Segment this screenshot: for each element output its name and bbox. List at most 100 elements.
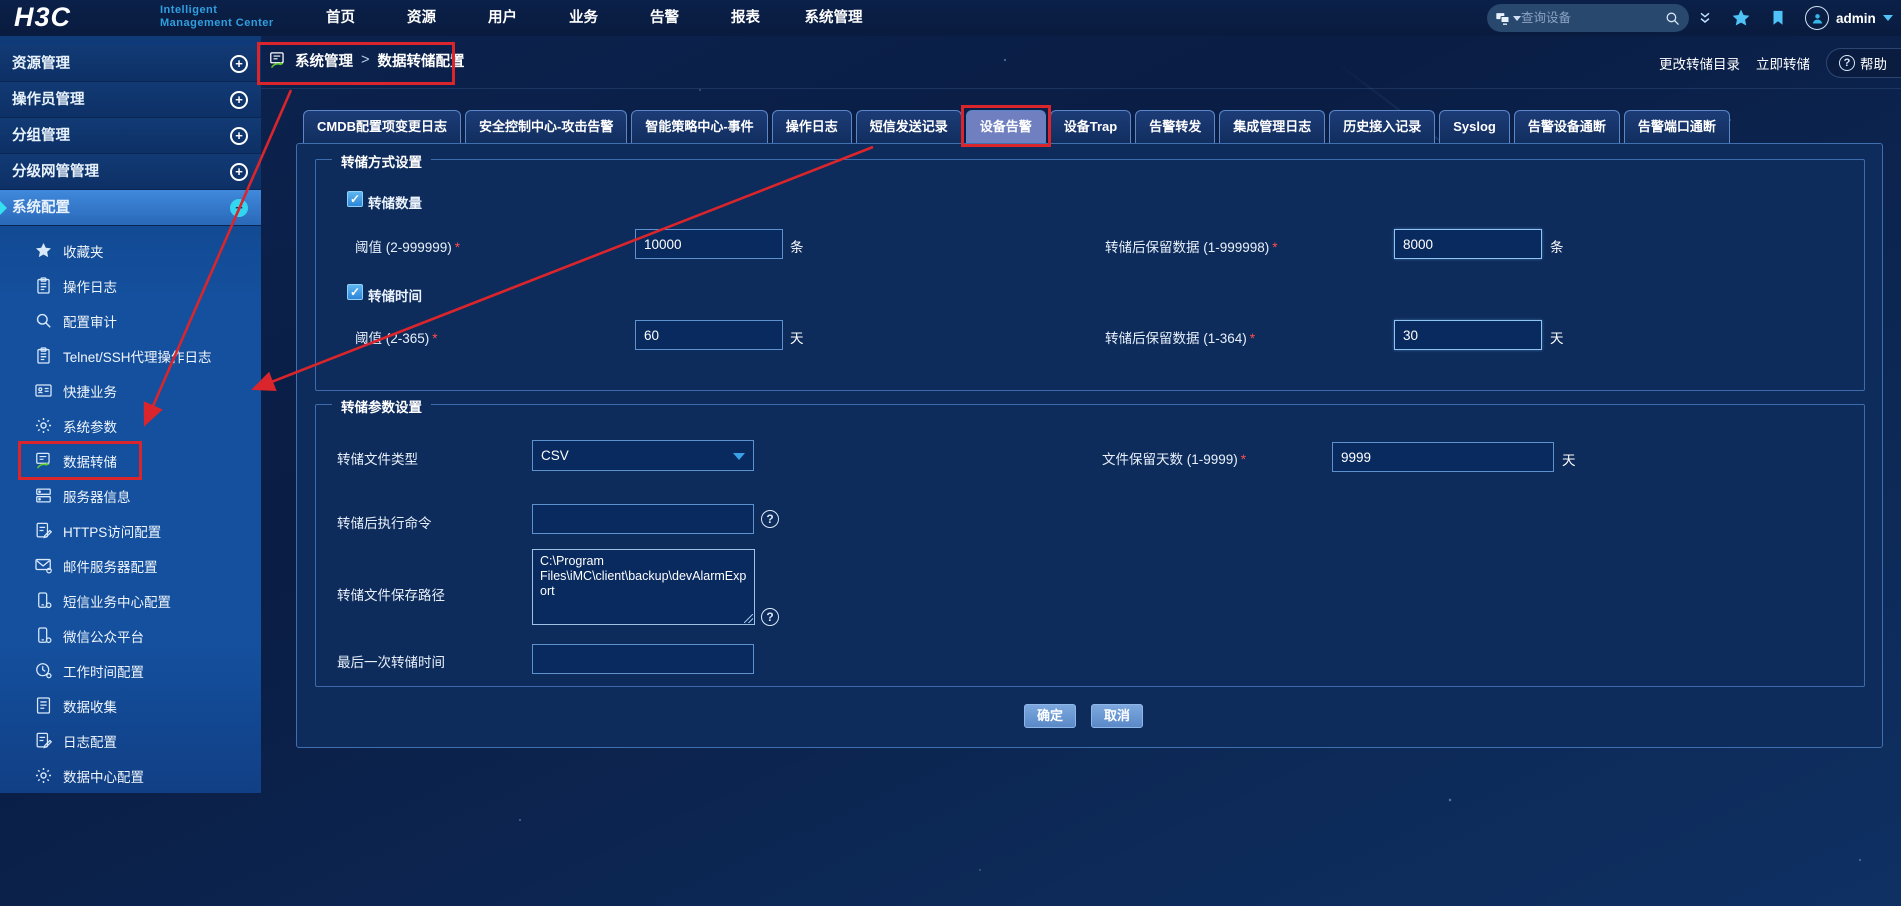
command-help-icon[interactable]: ? [761, 510, 779, 528]
dump-now-link[interactable]: 立即转储 [1756, 53, 1810, 73]
sidebar-item-log-config[interactable]: 日志配置 [0, 723, 261, 758]
sidebar-item-favorites[interactable]: 收藏夹 [0, 233, 261, 268]
menu-home[interactable]: 首页 [300, 0, 381, 36]
tab-alarm-port-updown[interactable]: 告警端口通断 [1623, 110, 1730, 143]
sidebar-item-sms-center-config[interactable]: 短信业务中心配置 [0, 583, 261, 618]
sidebar-group-hierarchical-nms[interactable]: 分级网管管理 + [0, 154, 261, 190]
menu-service[interactable]: 业务 [543, 0, 624, 36]
cancel-button[interactable]: 取消 [1091, 704, 1143, 728]
tab-device-trap[interactable]: 设备Trap [1049, 110, 1132, 143]
collapse-minus-icon[interactable]: − [230, 199, 248, 217]
threshold-qty-input[interactable] [635, 229, 783, 259]
menu-user[interactable]: 用户 [462, 0, 543, 36]
user-menu[interactable]: admin [1805, 6, 1893, 30]
threshold-time-input[interactable] [635, 320, 783, 350]
imc-application: H3C Intelligent Management Center 首页 资源 … [0, 0, 1901, 906]
tab-alarm-device-updown[interactable]: 告警设备通断 [1513, 110, 1620, 143]
threshold-qty-unit: 条 [790, 240, 804, 255]
sidebar-item-mail-server-config[interactable]: 邮件服务器配置 [0, 548, 261, 583]
top-icon-cluster: admin [1697, 0, 1893, 36]
dump-time-checkbox[interactable]: ✓ [347, 284, 363, 300]
file-type-select[interactable]: CSV [532, 440, 754, 471]
keep-time-label: 转储后保留数据 (1-364) * [1105, 331, 1256, 346]
expand-plus-icon[interactable]: + [230, 127, 248, 145]
ok-button[interactable]: 确定 [1024, 704, 1076, 728]
dump-path-textarea[interactable]: C:\Program Files\iMC\client\backup\devAl… [532, 549, 755, 625]
breadcrumb-separator: > [361, 52, 370, 68]
keep-time-input[interactable] [1394, 320, 1542, 350]
sidebar-group-system-config[interactable]: 系统配置 − [0, 190, 261, 226]
sidebar-group-resource-mgmt[interactable]: 资源管理 + [0, 46, 261, 82]
expand-plus-icon[interactable]: + [230, 91, 248, 109]
sidebar-item-server-info[interactable]: 服务器信息 [0, 478, 261, 513]
help-button[interactable]: ? 帮助 [1826, 48, 1901, 78]
menu-report[interactable]: 报表 [705, 0, 786, 36]
keep-qty-input[interactable] [1394, 229, 1542, 259]
mail-icon [34, 556, 53, 575]
dump-quantity-checkbox[interactable]: ✓ [347, 191, 363, 207]
tab-history-access-record[interactable]: 历史接入记录 [1329, 110, 1436, 143]
device-alarm-dump-panel: 转储方式设置 ✓ 转储数量 阈值 (2-999999)* 条 转储后保留数据 (… [296, 143, 1883, 748]
change-dump-dir-link[interactable]: 更改转储目录 [1659, 53, 1740, 73]
sidebar-item-config-audit[interactable]: 配置审计 [0, 303, 261, 338]
menu-system[interactable]: 系统管理 [786, 0, 881, 36]
file-type-label: 转储文件类型 [337, 452, 418, 467]
tab-operation-log[interactable]: 操作日志 [771, 110, 852, 143]
tab-security-attack-alarm[interactable]: 安全控制中心-攻击告警 [465, 110, 628, 143]
dump-path-label: 转储文件保存路径 [337, 588, 445, 603]
keep-days-input[interactable] [1332, 442, 1554, 472]
tab-device-alarm[interactable]: 设备告警 [960, 105, 1051, 147]
threshold-time-label: 阈值 (2-365) * [355, 331, 438, 346]
breadcrumb-bar: 系统管理 > 数据转储配置 更改转储目录 立即转储 ? 帮助 [257, 36, 1901, 89]
sidebar-item-quick-service[interactable]: 快捷业务 [0, 373, 261, 408]
phone-icon [34, 591, 53, 610]
last-dump-time-label: 最后一次转储时间 [337, 655, 445, 670]
tab-alarm-forward[interactable]: 告警转发 [1135, 110, 1216, 143]
device-type-icon[interactable] [1495, 10, 1521, 27]
keep-qty-label: 转储后保留数据 (1-999998) * [1105, 240, 1278, 255]
dump-quantity-label: 转储数量 [368, 196, 422, 211]
page-actions: 更改转储目录 立即转储 ? 帮助 [1659, 44, 1901, 82]
bookmark-icon[interactable] [1769, 9, 1787, 27]
search-icon[interactable] [1664, 10, 1681, 27]
sidebar-item-telnet-ssh-log[interactable]: Telnet/SSH代理操作日志 [0, 338, 261, 373]
search-input[interactable] [1521, 11, 1664, 25]
expand-plus-icon[interactable]: + [230, 163, 248, 181]
menu-resource[interactable]: 资源 [381, 0, 462, 36]
tab-sms-send-record[interactable]: 短信发送记录 [855, 110, 962, 143]
tab-integration-log[interactable]: 集成管理日志 [1219, 110, 1326, 143]
sidebar-item-data-collection[interactable]: 数据收集 [0, 688, 261, 723]
dump-mode-section: 转储方式设置 ✓ 转储数量 阈值 (2-999999)* 条 转储后保留数据 (… [315, 151, 1865, 391]
clipboard-icon [34, 276, 53, 295]
threshold-time-unit: 天 [790, 331, 804, 346]
document-edit-icon [34, 521, 53, 540]
post-dump-command-input[interactable] [532, 504, 754, 534]
favorites-star-icon[interactable] [1731, 8, 1751, 28]
top-bar: H3C Intelligent Management Center 首页 资源 … [0, 0, 1901, 36]
sidebar-item-data-dump[interactable]: 数据转储 [0, 441, 261, 480]
sidebar-item-datacenter-config[interactable]: 数据中心配置 [0, 758, 261, 793]
tab-policy-center-event[interactable]: 智能策略中心-事件 [631, 110, 768, 143]
select-caret-icon [733, 453, 745, 460]
data-dump-icon [34, 451, 53, 470]
sidebar-item-https-config[interactable]: HTTPS访问配置 [0, 513, 261, 548]
sidebar-item-system-params[interactable]: 系统参数 [0, 408, 261, 443]
tab-cmdb-change-log[interactable]: CMDB配置项变更日志 [303, 110, 461, 143]
sidebar-group-group-mgmt[interactable]: 分组管理 + [0, 118, 261, 154]
clock-icon [34, 661, 53, 680]
menu-alarm[interactable]: 告警 [624, 0, 705, 36]
document-icon [34, 696, 53, 715]
username: admin [1836, 10, 1876, 26]
sidebar-item-operation-log[interactable]: 操作日志 [0, 268, 261, 303]
breadcrumb-parent[interactable]: 系统管理 [295, 50, 353, 71]
expand-plus-icon[interactable]: + [230, 55, 248, 73]
chevron-double-down-icon[interactable] [1697, 10, 1713, 26]
sidebar-group-operator-mgmt[interactable]: 操作员管理 + [0, 82, 261, 118]
last-dump-time-input[interactable] [532, 644, 754, 674]
sidebar-item-worktime-config[interactable]: 工作时间配置 [0, 653, 261, 688]
gear-icon [34, 416, 53, 435]
tab-syslog[interactable]: Syslog [1439, 110, 1510, 143]
sidebar-item-wechat-platform[interactable]: 微信公众平台 [0, 618, 261, 653]
path-help-icon[interactable]: ? [761, 608, 779, 626]
keep-days-unit: 天 [1562, 453, 1576, 468]
